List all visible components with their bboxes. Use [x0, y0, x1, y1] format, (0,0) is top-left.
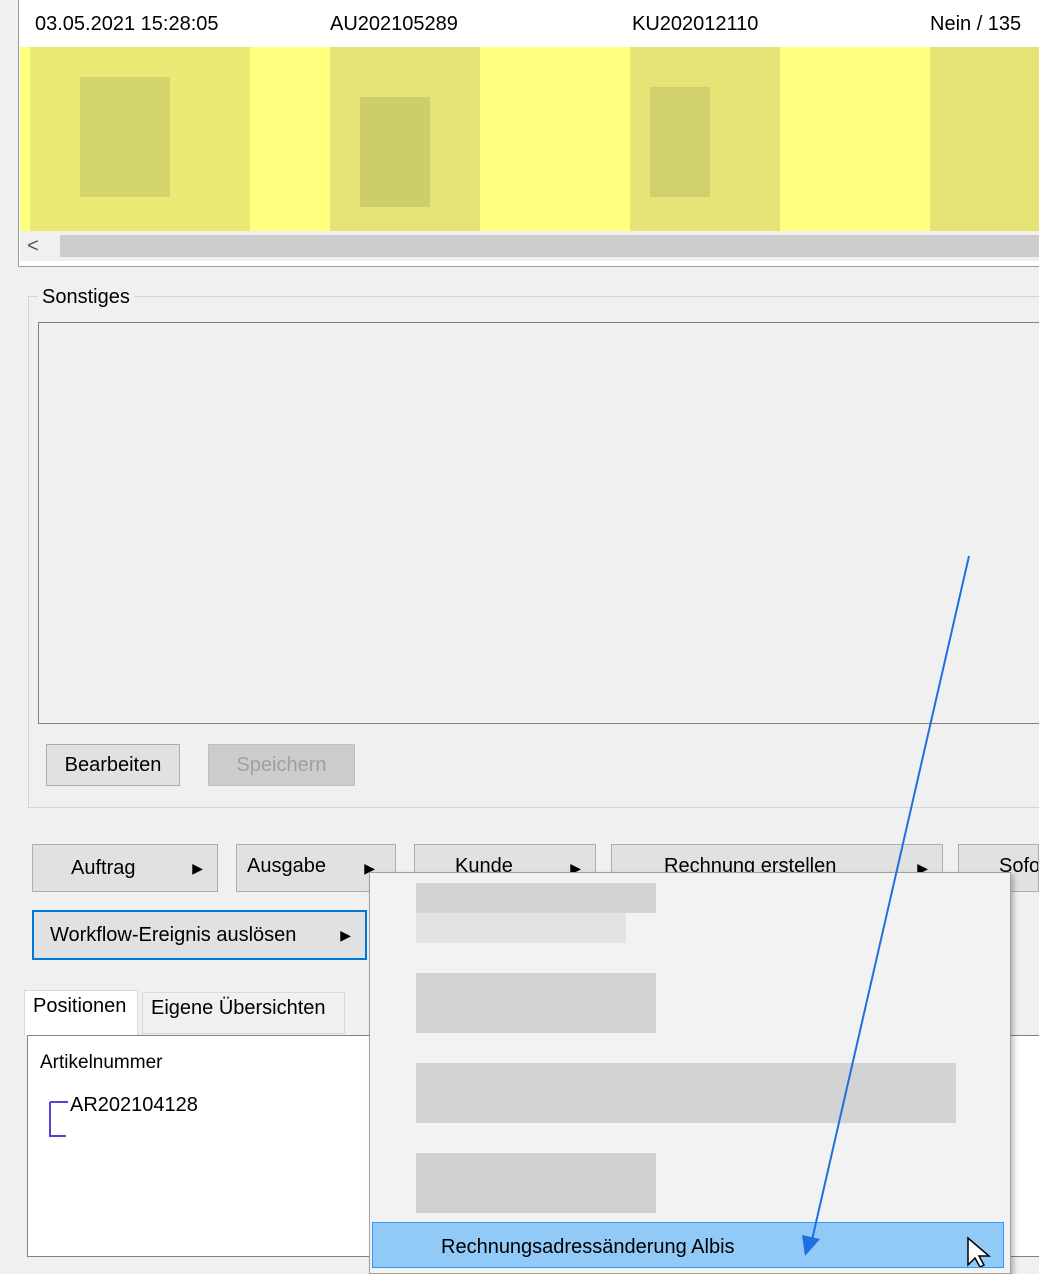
auftrag-menu-button[interactable]: Auftrag ▶ — [32, 844, 218, 892]
workflow-event-label: Workflow-Ereignis auslösen — [50, 924, 297, 946]
column-header-artikelnummer[interactable]: Artikelnummer — [40, 1052, 162, 1074]
ausgabe-label: Ausgabe — [247, 855, 326, 877]
blurred-menu-item[interactable] — [416, 1063, 956, 1123]
tab-eigene-uebersichten[interactable]: Eigene Übersichten — [142, 992, 345, 1034]
blurred-menu-item[interactable] — [416, 883, 656, 913]
blurred-menu-item[interactable] — [416, 973, 656, 1033]
scroll-left-icon[interactable]: < — [20, 231, 46, 261]
auftrag-label: Auftrag — [71, 857, 136, 879]
blurred-menu-item[interactable] — [416, 913, 626, 943]
sonstiges-textarea[interactable] — [38, 322, 1039, 724]
workflow-submenu — [369, 872, 1011, 1274]
scrollbar-thumb[interactable] — [60, 235, 1039, 257]
position-item[interactable]: AR202104128 — [70, 1094, 198, 1117]
highlighted-rows[interactable] — [20, 47, 1039, 231]
mouse-cursor-icon — [967, 1236, 992, 1267]
workflow-event-menu-button[interactable]: Workflow-Ereignis auslösen ▶ — [32, 910, 367, 960]
menu-item-label: Rechnungsadressänderung Albis — [441, 1236, 735, 1258]
grid-cell-order-number: AU202105289 — [330, 13, 458, 35]
save-button: Speichern — [208, 744, 355, 786]
blurred-menu-item[interactable] — [416, 1153, 656, 1213]
submenu-arrow-icon: ▶ — [192, 860, 203, 876]
grid-cell-status: Nein / 135 — [930, 13, 1022, 35]
grid-cell-customer-number: KU202012110 — [632, 13, 759, 35]
submenu-arrow-icon: ▶ — [340, 927, 351, 943]
edit-button[interactable]: Bearbeiten — [46, 744, 180, 786]
tab-positionen[interactable]: Positionen — [24, 990, 138, 1036]
sonstiges-title: Sonstiges — [38, 286, 134, 309]
grid-cell-date: 03.05.2021 15:28:05 — [35, 13, 219, 35]
